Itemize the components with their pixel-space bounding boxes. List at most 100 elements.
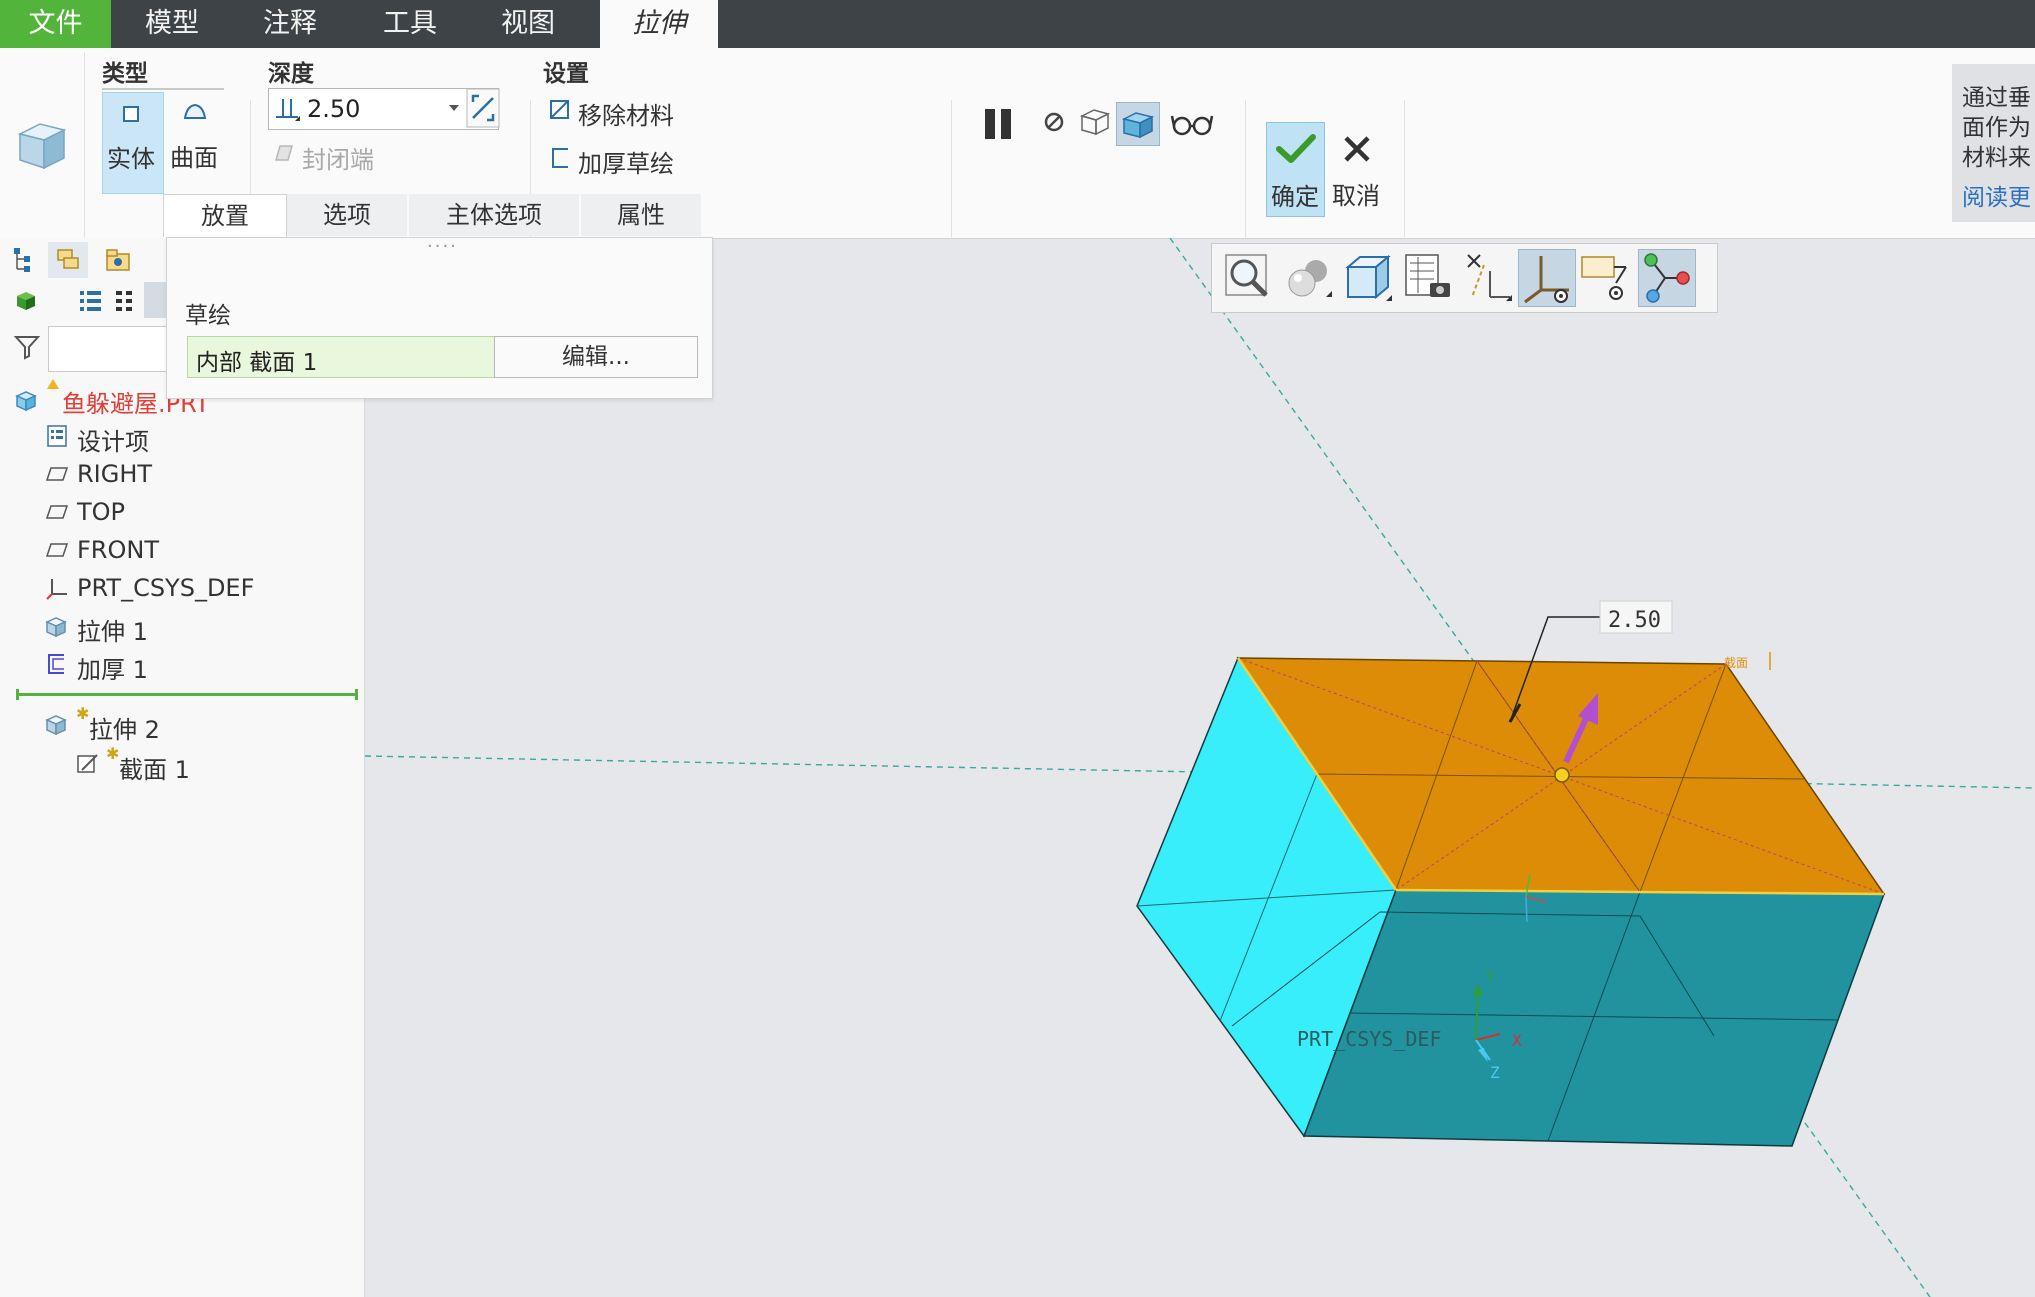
edit-section-button[interactable]: 编辑... — [494, 336, 698, 378]
ok-label: 确定 — [1271, 183, 1319, 211]
filter-icon[interactable] — [14, 334, 40, 360]
tree-columns-button[interactable] — [144, 282, 166, 318]
coordinate-system-icon — [46, 579, 67, 600]
axis-z-label: Z — [1490, 1063, 1500, 1082]
settings-group-title: 设置 — [543, 61, 589, 87]
datum-plane-icon — [46, 467, 68, 481]
axis-x-label: X — [1512, 1031, 1522, 1050]
tree-search-input[interactable] — [48, 326, 168, 372]
model-tree-icon[interactable] — [12, 246, 36, 274]
folder-star-icon[interactable] — [104, 246, 132, 274]
tab-placement[interactable]: 放置 — [163, 194, 287, 237]
close-icon — [1344, 136, 1370, 162]
tree-item-right[interactable]: RIGHT — [77, 460, 152, 488]
flip-direction-icon[interactable] — [466, 88, 500, 128]
section-collector[interactable]: 内部 截面 1 — [187, 336, 496, 378]
axis-y-label: Y — [1486, 967, 1496, 986]
remove-material-icon[interactable] — [548, 98, 572, 122]
tree-item-csys[interactable]: PRT_CSYS_DEF — [77, 574, 254, 602]
tree-list-icon[interactable] — [78, 288, 104, 314]
tab-properties[interactable]: 属性 — [581, 194, 701, 236]
saved-orientations-button[interactable] — [1280, 249, 1336, 305]
display-style-button[interactable] — [1340, 249, 1396, 305]
tip-text-line: 材料来 — [1962, 145, 2031, 171]
depth-group-title: 深度 — [268, 61, 314, 87]
spin-center-icon — [1644, 253, 1690, 303]
layer-tree-button[interactable] — [48, 242, 88, 278]
extrude-feature-icon — [17, 123, 67, 170]
tab-body-options[interactable]: 主体选项 — [409, 194, 579, 236]
part-front-face[interactable] — [1302, 889, 1886, 1147]
view-manager-icon — [1405, 254, 1450, 297]
datum-plane-icon — [46, 505, 68, 519]
menu-annotate[interactable]: 注释 — [242, 0, 338, 48]
chevron-down-icon[interactable] — [447, 103, 461, 113]
preview-geometry-icon[interactable] — [1078, 104, 1112, 140]
surface-button[interactable]: 曲面 — [166, 92, 226, 192]
drag-handle[interactable] — [1554, 767, 1570, 783]
sketch-icon — [77, 754, 98, 773]
csys-label: PRT_CSYS_DEF — [1297, 1027, 1442, 1051]
menu-model[interactable]: 模型 — [124, 0, 220, 48]
thicken-sketch-icon[interactable] — [550, 146, 572, 170]
tree-item-extrude-1[interactable]: 拉伸 1 — [77, 612, 148, 647]
datum-plane-icon — [46, 543, 68, 557]
spin-center-button[interactable] — [1638, 249, 1696, 307]
insert-here-marker[interactable] — [16, 693, 358, 696]
verify-preview-icon — [1121, 112, 1155, 139]
tip-text-line: 通过垂 — [1962, 85, 2031, 111]
depth-dimension-text[interactable]: 2.50 — [1608, 608, 1661, 633]
tip-read-more-link[interactable]: 阅读更 — [1962, 178, 2031, 212]
tip-panel: 通过垂 面作为 材料来 阅读更 — [1952, 64, 2035, 222]
menu-tools[interactable]: 工具 — [362, 0, 458, 48]
sketch-label: 草绘 — [185, 303, 231, 329]
blind-depth-icon — [276, 99, 300, 121]
cube-icon — [1345, 254, 1392, 301]
verify-preview-button[interactable] — [1116, 102, 1160, 146]
show-model-icon[interactable] — [14, 288, 38, 312]
tree-item-extrude-2[interactable]: 拉伸 2 — [89, 710, 160, 745]
design-items-icon — [47, 425, 67, 447]
menu-view[interactable]: 视图 — [480, 0, 576, 48]
menu-file[interactable]: 文件 — [0, 0, 111, 48]
tree-item-top[interactable]: TOP — [77, 498, 125, 526]
extrude-icon — [45, 715, 67, 736]
solid-button[interactable]: 实体 — [102, 92, 164, 194]
tree-filter-icon[interactable] — [114, 288, 138, 314]
layers-icon — [57, 249, 79, 269]
thicken-icon — [48, 654, 64, 674]
csys-display-button[interactable] — [1518, 249, 1576, 307]
zoom-icon — [1225, 254, 1268, 297]
type-group-title: 类型 — [102, 61, 148, 87]
depth-input[interactable]: 2.50 — [268, 88, 499, 130]
placement-panel: ···· 草绘 内部 截面 1 编辑... — [166, 236, 713, 399]
remove-material-label: 移除材料 — [578, 102, 674, 130]
graphics-toolbar — [1211, 243, 1718, 313]
tab-options[interactable]: 选项 — [287, 194, 407, 236]
cancel-button[interactable]: 取消 — [1328, 122, 1386, 215]
glasses-icon[interactable] — [1170, 106, 1214, 140]
datum-display-button[interactable] — [1460, 249, 1516, 305]
zoom-button[interactable] — [1220, 249, 1276, 305]
new-feature-marker-icon: ✱ — [106, 744, 120, 763]
tree-item-design-items[interactable]: 设计项 — [77, 422, 149, 457]
menu-extrude[interactable]: 拉伸 — [600, 0, 718, 48]
tree-item-thicken-1[interactable]: 加厚 1 — [77, 650, 148, 685]
pause-icon[interactable] — [980, 103, 1020, 143]
tree-item-section-1[interactable]: 截面 1 — [119, 750, 190, 785]
csys-display-icon — [1524, 256, 1569, 304]
ok-button[interactable]: 确定 — [1266, 122, 1325, 217]
datum-display-icon — [1467, 254, 1512, 301]
section-tag-text: 截面 — [1724, 656, 1748, 670]
cap-ends-checkbox-icon[interactable] — [272, 142, 296, 164]
ribbon-separator — [951, 100, 952, 240]
view-manager-button[interactable] — [1400, 249, 1456, 305]
panel-grip-icon[interactable]: ···· — [427, 236, 458, 257]
surface-icon — [183, 103, 207, 119]
annotation-display-button[interactable] — [1578, 249, 1634, 305]
tree-item-front[interactable]: FRONT — [77, 536, 159, 564]
ribbon-separator — [1404, 100, 1405, 240]
no-preview-icon[interactable] — [1042, 108, 1070, 138]
annotation-display-icon — [1581, 256, 1627, 300]
new-feature-marker-icon: ✱ — [76, 704, 90, 723]
